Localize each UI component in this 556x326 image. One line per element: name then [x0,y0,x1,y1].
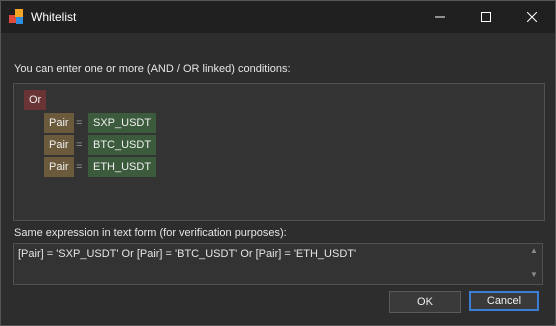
minimize-icon [435,16,445,18]
scroll-up-icon[interactable]: ▲ [529,246,539,256]
maximize-button[interactable] [463,1,509,33]
condition-operator[interactable]: = [76,117,82,129]
whitelist-dialog: Whitelist You can enter one or more (AND… [0,0,556,326]
or-operator-tag[interactable]: Or [24,90,47,110]
condition-operator[interactable]: = [76,139,82,151]
minimize-button[interactable] [417,1,463,33]
condition-value-tag[interactable]: ETH_USDT [88,157,157,177]
ok-button[interactable]: OK [389,291,461,313]
close-icon [527,12,537,22]
text-form-label: Same expression in text form (for verifi… [14,227,287,239]
condition-value-tag[interactable]: SXP_USDT [88,113,157,133]
condition-operator[interactable]: = [76,161,82,173]
condition-value-tag[interactable]: BTC_USDT [88,135,157,155]
expression-text: [Pair] = 'SXP_USDT' Or [Pair] = 'BTC_USD… [18,248,357,260]
cancel-button[interactable]: Cancel [469,291,539,311]
conditions-label: You can enter one or more (AND / OR link… [14,63,291,75]
app-icon [9,9,25,25]
close-button[interactable] [509,1,555,33]
condition-field-tag[interactable]: Pair [44,135,74,155]
condition-field-tag[interactable]: Pair [44,157,74,177]
condition-field-tag[interactable]: Pair [44,113,74,133]
scroll-down-icon[interactable]: ▼ [529,270,539,280]
maximize-icon [481,12,491,22]
expression-text-box[interactable]: [Pair] = 'SXP_USDT' Or [Pair] = 'BTC_USD… [13,243,543,285]
title-bar: Whitelist [1,1,555,33]
condition-editor[interactable]: Or Pair = SXP_USDT Pair = BTC_USDT Pair … [13,83,545,221]
window-title: Whitelist [31,10,77,24]
